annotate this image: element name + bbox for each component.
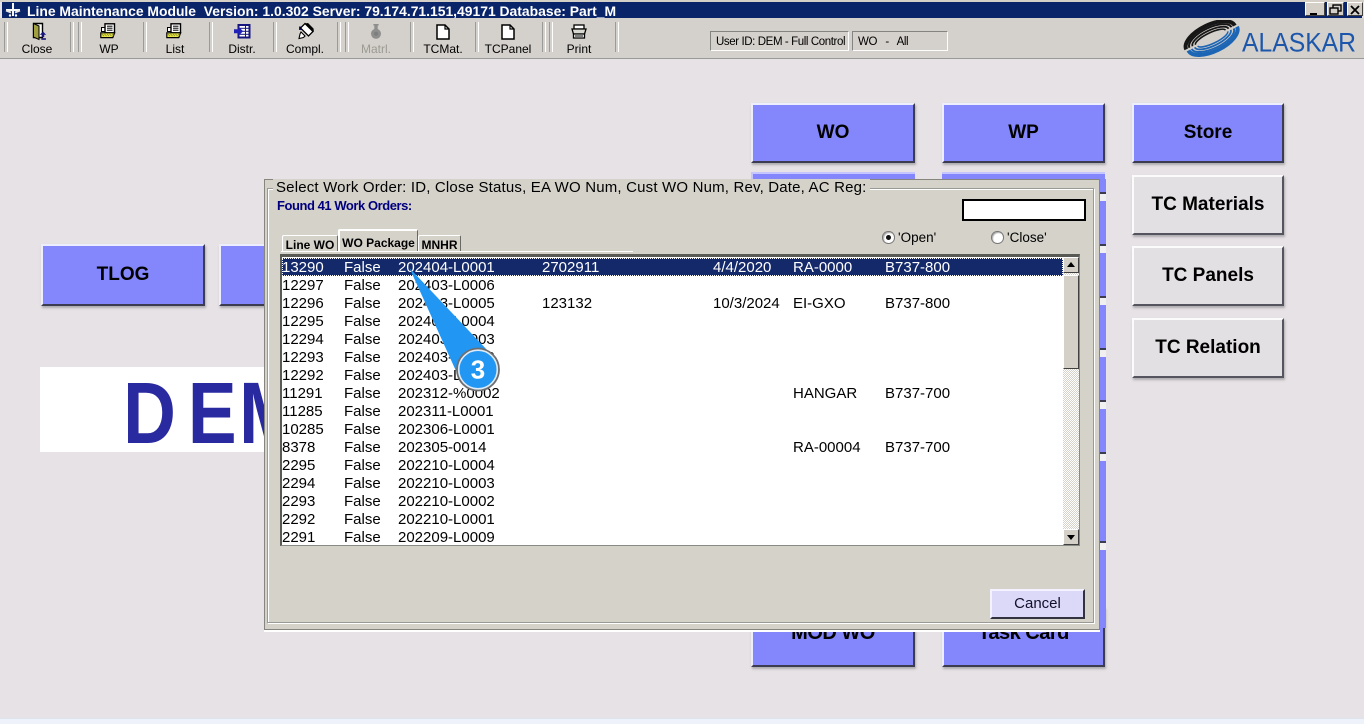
svg-text:3: 3 <box>471 355 485 385</box>
svg-text:ALASKAR: ALASKAR <box>1242 28 1356 58</box>
svg-text:DEM: DEM <box>123 367 265 452</box>
